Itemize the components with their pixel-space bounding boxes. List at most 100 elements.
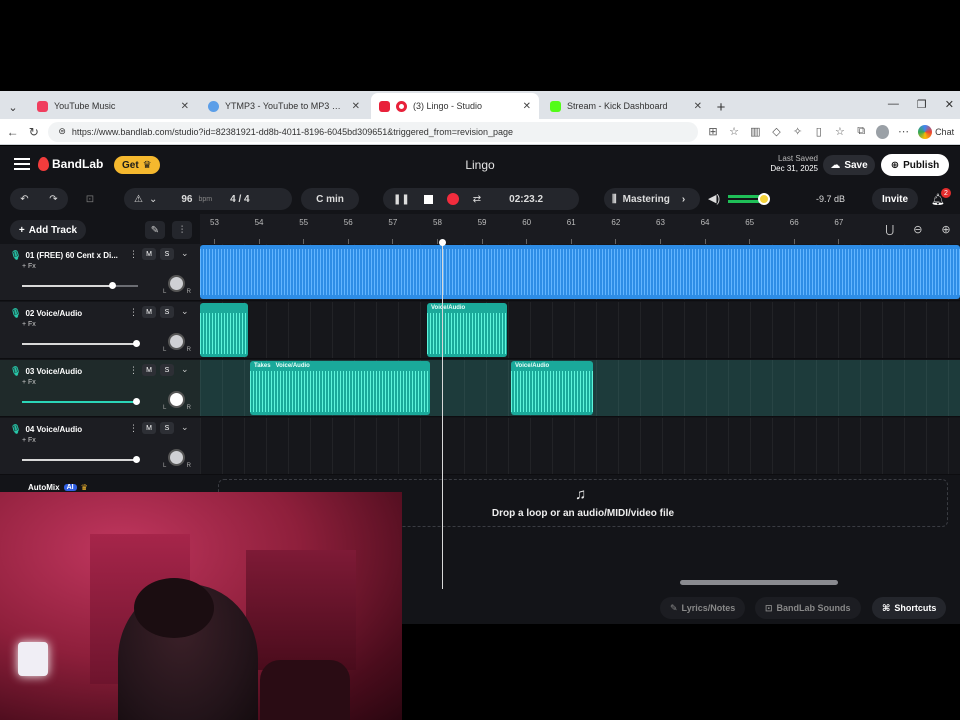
loop-icon[interactable]: ⇄ [473,194,481,205]
zoom-in-icon[interactable]: ⊕ [941,223,950,236]
track-volume-slider[interactable] [22,282,138,289]
track-volume-slider[interactable] [22,340,140,347]
notifications-bell-icon[interactable]: 🔔︎ 2 [929,188,951,210]
reload-icon[interactable]: ↻ [27,125,40,139]
track-name[interactable]: 🎙︎ 03 Voice/Audio [10,366,122,377]
tempo-value[interactable]: 96 [181,194,192,205]
copilot-chat-button[interactable]: Chat [918,124,954,139]
tab-close-icon[interactable]: ✕ [694,101,702,112]
master-volume-slider[interactable] [728,193,794,205]
audio-clip[interactable] [200,245,960,299]
magnet-snap-icon[interactable]: ⋃ [885,223,894,236]
speaker-icon[interactable]: ◀) [708,192,720,205]
add-track-button[interactable]: + Add Track [10,220,86,240]
tuner-icon[interactable]: ✎ [145,221,165,239]
record-icon[interactable] [446,193,459,205]
save-button[interactable]: ☁ Save [823,155,875,175]
track-more-icon[interactable]: ⋮ [129,249,138,260]
solo-button[interactable]: S [160,248,174,260]
mute-button[interactable]: M [142,422,156,434]
track-header-1[interactable]: 🎙︎ 01 (FREE) 60 Cent x Di... + Fx ⋮ M S ⌄… [0,244,200,301]
solo-button[interactable]: S [160,422,174,434]
pause-icon[interactable]: ❚❚ [393,194,410,205]
track-expand-chevron-icon[interactable]: ⌄ [181,364,189,375]
stop-icon[interactable] [423,194,433,204]
reading-list-icon[interactable]: ▥ [749,125,762,138]
solo-button[interactable]: S [160,306,174,318]
timeline-ruler[interactable]: ⋃ ⊖ ⊕ 53 54 55 56 57 58 59 60 61 62 63 64 65 66 67 [200,214,960,244]
audio-clip[interactable]: Voice/Audio [427,303,507,357]
more-menu-icon[interactable]: ⋯ [897,125,910,138]
track-more-icon[interactable]: ⋮ [129,307,138,318]
mastering-button[interactable]: ⫼ Mastering › [604,188,700,210]
extensions-grid-icon[interactable]: ⊞ [706,125,719,138]
volume-knob[interactable] [758,193,771,205]
track-name[interactable]: 🎙︎ 04 Voice/Audio [10,424,122,435]
mute-button[interactable]: M [142,248,156,260]
track-header-2[interactable]: 🎙︎ 02 Voice/Audio + Fx ⋮ M S ⌄ LR [0,302,200,359]
new-tab-plus-icon[interactable]: + [710,95,732,119]
loop-region-icon[interactable]: ⊡ [80,188,100,210]
collections-icon[interactable]: ⧉ [855,125,868,138]
window-close-icon[interactable]: ✕ [945,98,954,111]
browser-tab-bandlab-studio[interactable]: (3) Lingo - Studio ✕ [371,93,539,119]
bandlab-sounds-button[interactable]: ⊡ BandLab Sounds [755,597,861,619]
browser-tab-youtube-music[interactable]: YouTube Music ✕ [29,93,197,119]
track-volume-slider[interactable] [22,456,140,463]
add-fx-button[interactable]: + Fx [22,263,36,270]
track-name[interactable]: 🎙︎ 02 Voice/Audio [10,308,122,319]
track-header-4[interactable]: 🎙︎ 04 Voice/Audio + Fx ⋮ M S ⌄ LR [0,418,200,475]
undo-icon[interactable]: ↶ [20,194,28,205]
invite-button[interactable]: Invite [872,188,918,210]
redo-icon[interactable]: ↷ [49,194,57,205]
browser-tab-kick-dashboard[interactable]: Stream - Kick Dashboard ✕ [542,93,710,119]
key-selector[interactable]: C min [301,188,359,210]
mute-button[interactable]: M [142,306,156,318]
solo-button[interactable]: S [160,364,174,376]
tab-menu-chevron-icon[interactable]: ⌄ [0,95,26,119]
track-more-icon[interactable]: ⋮ [129,365,138,376]
horizontal-scrollbar[interactable] [680,580,838,585]
site-info-icon[interactable]: ⊜ [58,126,66,137]
publish-button[interactable]: ⊕ Publish [881,154,949,176]
track-expand-chevron-icon[interactable]: ⌄ [181,248,189,259]
tab-close-icon[interactable]: ✕ [352,101,360,112]
tab-close-icon[interactable]: ✕ [181,101,189,112]
track-volume-slider[interactable] [22,398,140,405]
back-arrow-icon[interactable]: ← [6,125,19,139]
tab-close-icon[interactable]: ✕ [523,101,531,112]
get-membership-button[interactable]: Get ♛ [114,156,160,174]
track-lane-4[interactable] [200,418,960,475]
track-lane-1[interactable] [200,244,960,301]
browser-tab-ytmp3[interactable]: YTMP3 - YouTube to MP3 Convert ✕ [200,93,368,119]
star-icon[interactable]: ☆ [728,125,741,138]
shield-icon[interactable]: ◇ [770,125,783,138]
split-screen-icon[interactable]: ▯ [812,125,825,138]
project-title[interactable]: Lingo [420,158,540,172]
favorites-icon[interactable]: ☆ [833,125,846,138]
add-fx-button[interactable]: + Fx [22,437,36,444]
add-fx-button[interactable]: + Fx [22,379,36,386]
restore-icon[interactable]: ❐ [917,98,927,111]
shortcuts-button[interactable]: ⌘ Shortcuts [872,597,947,619]
track-lane-3[interactable]: Takes Voice/Audio Voice/Audio [200,360,960,417]
time-signature[interactable]: 4 / 4 [230,194,249,205]
metronome-chevron-icon[interactable]: ⌄ [149,194,157,205]
url-field[interactable]: ⊜ https://www.bandlab.com/studio?id=8238… [48,121,699,142]
audio-clip[interactable]: Voice/Audio [511,361,593,415]
track-expand-chevron-icon[interactable]: ⌄ [181,422,189,433]
minimize-icon[interactable]: — [888,98,899,110]
track-header-3[interactable]: 🎙︎ 03 Voice/Audio + Fx ⋮ M S ⌄ LR [0,360,200,417]
profile-avatar[interactable] [875,124,889,139]
hamburger-menu-icon[interactable] [14,158,30,170]
metronome-icon[interactable]: ⚠ [134,194,143,205]
bandlab-logo[interactable]: BandLab [38,157,103,171]
track-settings-icon[interactable]: ⫶ [172,221,192,239]
track-name[interactable]: 🎙︎ 01 (FREE) 60 Cent x Di... [10,250,122,261]
mute-button[interactable]: M [142,364,156,376]
track-more-icon[interactable]: ⋮ [129,423,138,434]
audio-clip[interactable] [200,303,248,357]
audio-clip-takes[interactable]: Takes Voice/Audio [250,361,430,415]
add-fx-button[interactable]: + Fx [22,321,36,328]
track-lane-2[interactable]: Voice/Audio [200,302,960,359]
